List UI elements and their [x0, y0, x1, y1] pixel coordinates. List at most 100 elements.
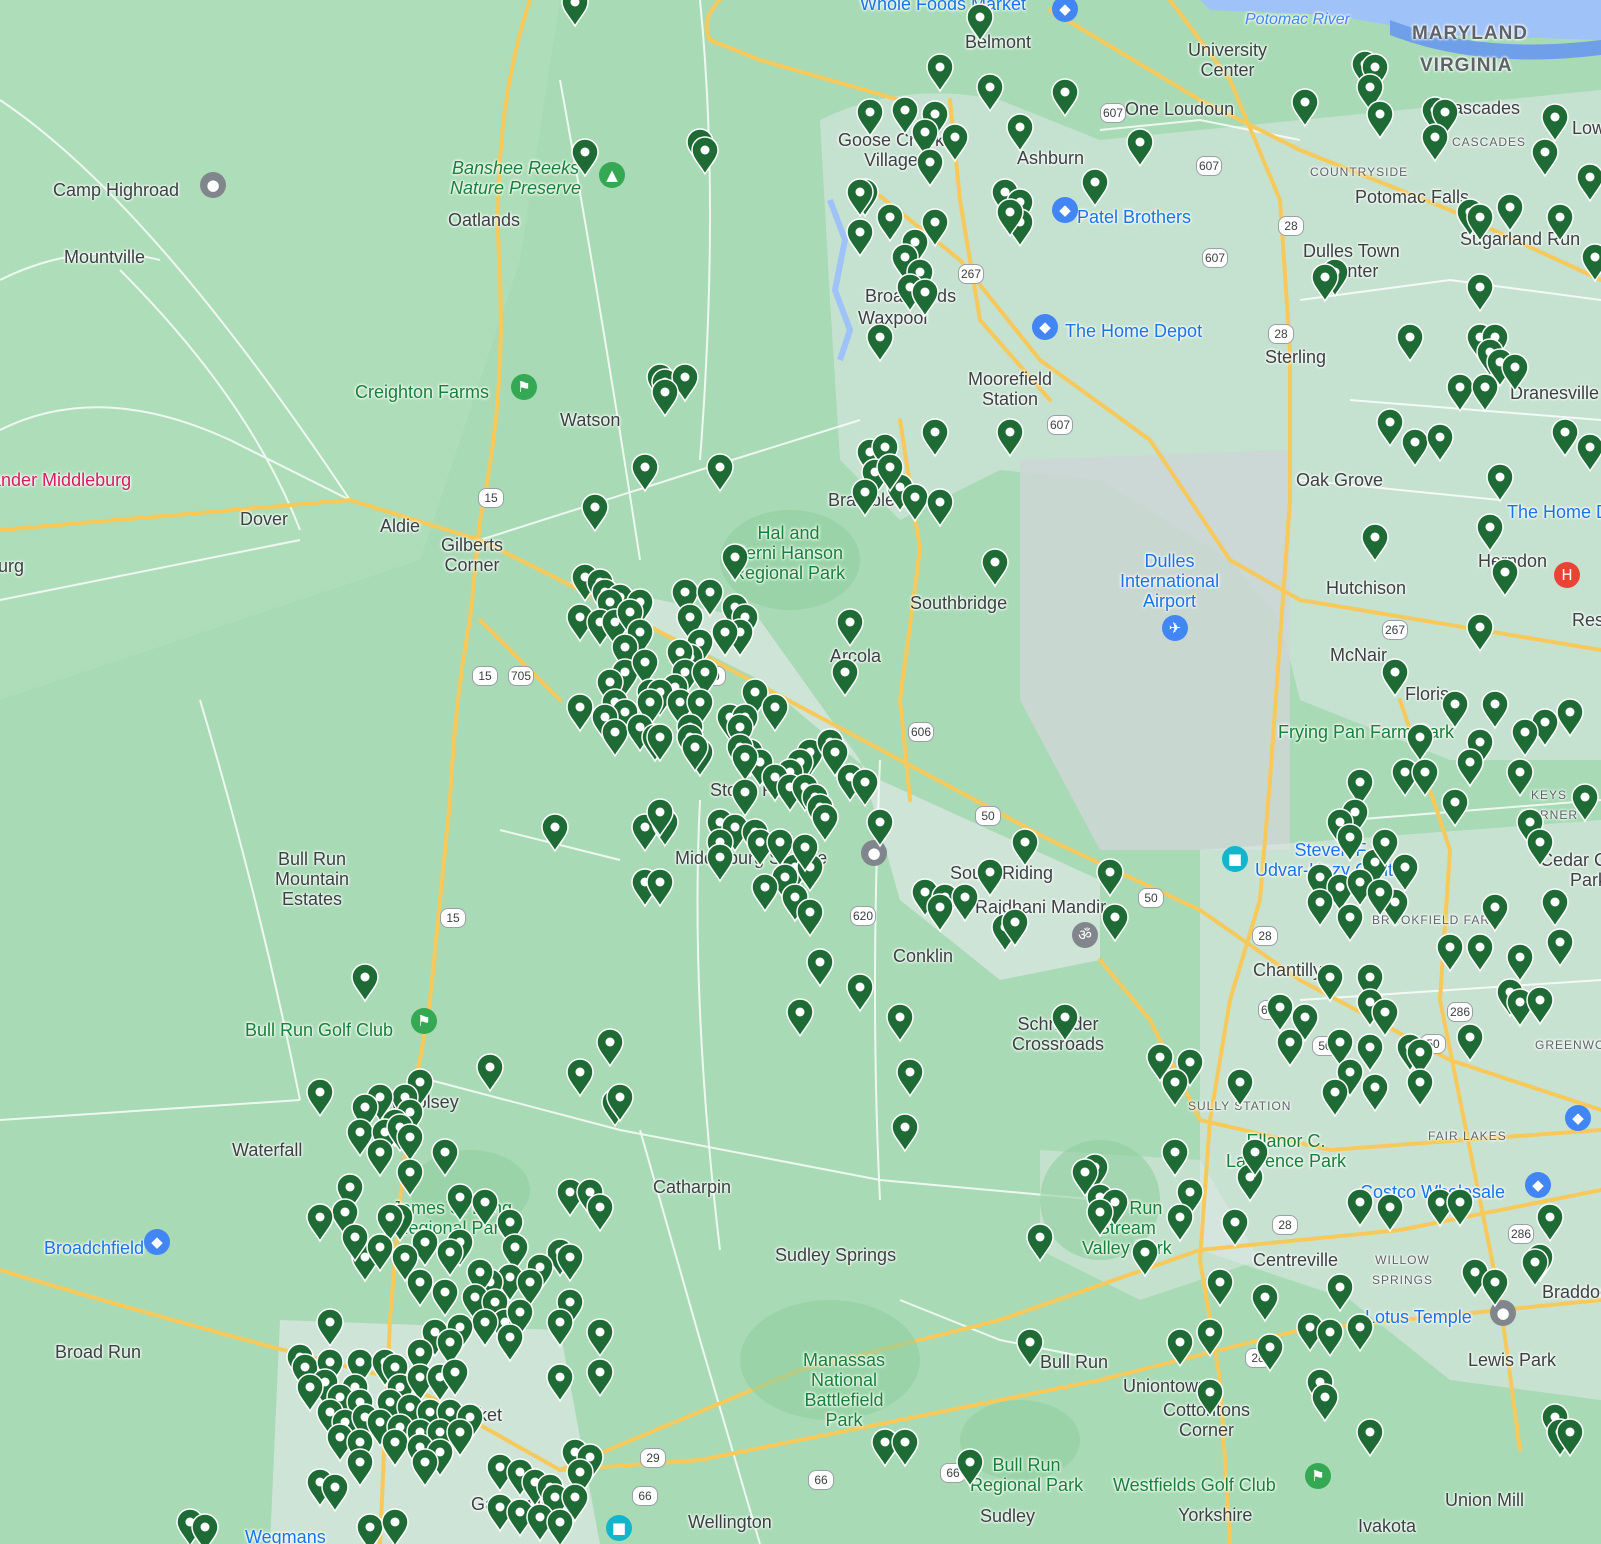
map-pin-marker[interactable]	[430, 1278, 460, 1318]
map-pin-marker[interactable]	[1575, 163, 1601, 203]
map-pin-marker[interactable]	[1355, 1418, 1385, 1458]
map-pin-marker[interactable]	[1530, 138, 1560, 178]
map-pin-marker[interactable]	[705, 453, 735, 493]
map-pin-marker[interactable]	[1255, 1333, 1285, 1373]
map-pin-marker[interactable]	[805, 948, 835, 988]
map-pin-marker[interactable]	[1500, 353, 1530, 393]
map-pin-marker[interactable]	[555, 1243, 585, 1283]
map-pin-marker[interactable]	[585, 1358, 615, 1398]
map-pin-marker[interactable]	[645, 798, 675, 838]
map-pin-marker[interactable]	[305, 1203, 335, 1243]
map-pin-marker[interactable]	[865, 323, 895, 363]
map-pin-marker[interactable]	[1000, 908, 1030, 948]
map-pin-marker[interactable]	[645, 723, 675, 763]
map-pin-marker[interactable]	[410, 1448, 440, 1488]
map-pin-marker[interactable]	[1335, 903, 1365, 943]
map-pin-marker[interactable]	[790, 833, 820, 873]
map-pin-marker[interactable]	[545, 1363, 575, 1403]
map-pin-marker[interactable]	[1470, 373, 1500, 413]
map-pin-marker[interactable]	[1495, 193, 1525, 233]
map-pin-marker[interactable]	[650, 378, 680, 418]
map-pin-marker[interactable]	[845, 218, 875, 258]
map-pin-marker[interactable]	[705, 843, 735, 883]
map-pin-marker[interactable]	[1100, 903, 1130, 943]
map-pin-marker[interactable]	[560, 0, 590, 28]
map-pin-marker[interactable]	[365, 1138, 395, 1178]
map-pin-marker[interactable]	[1455, 748, 1485, 788]
map-pin-marker[interactable]	[975, 73, 1005, 113]
map-pin-marker[interactable]	[850, 768, 880, 808]
map-pin-marker[interactable]	[1455, 1023, 1485, 1063]
map-pin-marker[interactable]	[830, 658, 860, 698]
map-pin-marker[interactable]	[1290, 88, 1320, 128]
map-pin-marker[interactable]	[595, 1028, 625, 1068]
map-pin-marker[interactable]	[430, 1138, 460, 1178]
map-pin-marker[interactable]	[1015, 1328, 1045, 1368]
map-pin-marker[interactable]	[1465, 933, 1495, 973]
map-pin-marker[interactable]	[315, 1308, 345, 1348]
map-canvas[interactable]: Whole Foods Market Belmont University Ce…	[0, 0, 1601, 1544]
map-pin-marker[interactable]	[720, 543, 750, 583]
map-pin-marker[interactable]	[1435, 933, 1465, 973]
map-pin-marker[interactable]	[1480, 690, 1510, 730]
map-pin-marker[interactable]	[895, 1058, 925, 1098]
map-pin-marker[interactable]	[925, 53, 955, 93]
map-pin-marker[interactable]	[1095, 858, 1125, 898]
map-pin-marker[interactable]	[1525, 828, 1555, 868]
map-pin-marker[interactable]	[395, 1123, 425, 1163]
map-pin-marker[interactable]	[365, 1233, 395, 1273]
map-pin-marker[interactable]	[1010, 828, 1040, 868]
map-pin-marker[interactable]	[630, 453, 660, 493]
map-pin-marker[interactable]	[1440, 690, 1470, 730]
map-pin-marker[interactable]	[845, 973, 875, 1013]
map-pin-marker[interactable]	[645, 868, 675, 908]
map-pin-marker[interactable]	[1345, 1188, 1375, 1228]
map-pin-marker[interactable]	[1220, 1208, 1250, 1248]
map-pin-marker[interactable]	[1345, 1313, 1375, 1353]
map-pin-marker[interactable]	[995, 198, 1025, 238]
map-pin-marker[interactable]	[730, 743, 760, 783]
map-pin-marker[interactable]	[965, 3, 995, 43]
map-pin-marker[interactable]	[1335, 823, 1365, 863]
map-pin-marker[interactable]	[1475, 513, 1505, 553]
map-pin-marker[interactable]	[1490, 558, 1520, 598]
map-pin-marker[interactable]	[1310, 1383, 1340, 1423]
map-pin-marker[interactable]	[1195, 1378, 1225, 1418]
map-pin-marker[interactable]	[1580, 243, 1601, 283]
map-pin-marker[interactable]	[750, 873, 780, 913]
map-pin-marker[interactable]	[1370, 998, 1400, 1038]
map-pin-marker[interactable]	[1535, 1203, 1565, 1243]
map-pin-marker[interactable]	[915, 148, 945, 188]
map-pin-marker[interactable]	[1410, 758, 1440, 798]
map-pin-marker[interactable]	[1360, 523, 1390, 563]
map-pin-marker[interactable]	[440, 1358, 470, 1398]
map-pin-marker[interactable]	[380, 1508, 410, 1544]
map-pin-marker[interactable]	[1440, 788, 1470, 828]
map-pin-marker[interactable]	[1505, 943, 1535, 983]
map-pin-marker[interactable]	[585, 1318, 615, 1358]
map-pin-marker[interactable]	[950, 883, 980, 923]
map-pin-marker[interactable]	[545, 1508, 575, 1544]
map-pin-marker[interactable]	[1025, 1223, 1055, 1263]
map-pin-marker[interactable]	[1360, 1073, 1390, 1113]
map-pin-marker[interactable]	[1315, 1318, 1345, 1358]
map-pin-marker[interactable]	[1405, 1068, 1435, 1108]
map-pin-marker[interactable]	[1005, 113, 1035, 153]
map-pin-marker[interactable]	[1480, 1268, 1510, 1308]
map-pin-marker[interactable]	[1510, 718, 1540, 758]
map-pin-marker[interactable]	[1545, 928, 1575, 968]
map-pin-marker[interactable]	[890, 1428, 920, 1468]
map-pin-marker[interactable]	[980, 548, 1010, 588]
map-pin-marker[interactable]	[1465, 203, 1495, 243]
map-pin-marker[interactable]	[1465, 613, 1495, 653]
map-pin-marker[interactable]	[1555, 698, 1585, 738]
map-pin-marker[interactable]	[875, 453, 905, 493]
map-pin-marker[interactable]	[1320, 1078, 1350, 1118]
map-pin-marker[interactable]	[395, 1158, 425, 1198]
map-pin-marker[interactable]	[1240, 1138, 1270, 1178]
map-pin-marker[interactable]	[1195, 1318, 1225, 1358]
map-pin-marker[interactable]	[1545, 203, 1575, 243]
map-pin-marker[interactable]	[910, 278, 940, 318]
map-pin-marker[interactable]	[435, 1238, 465, 1278]
map-pin-marker[interactable]	[1445, 1188, 1475, 1228]
